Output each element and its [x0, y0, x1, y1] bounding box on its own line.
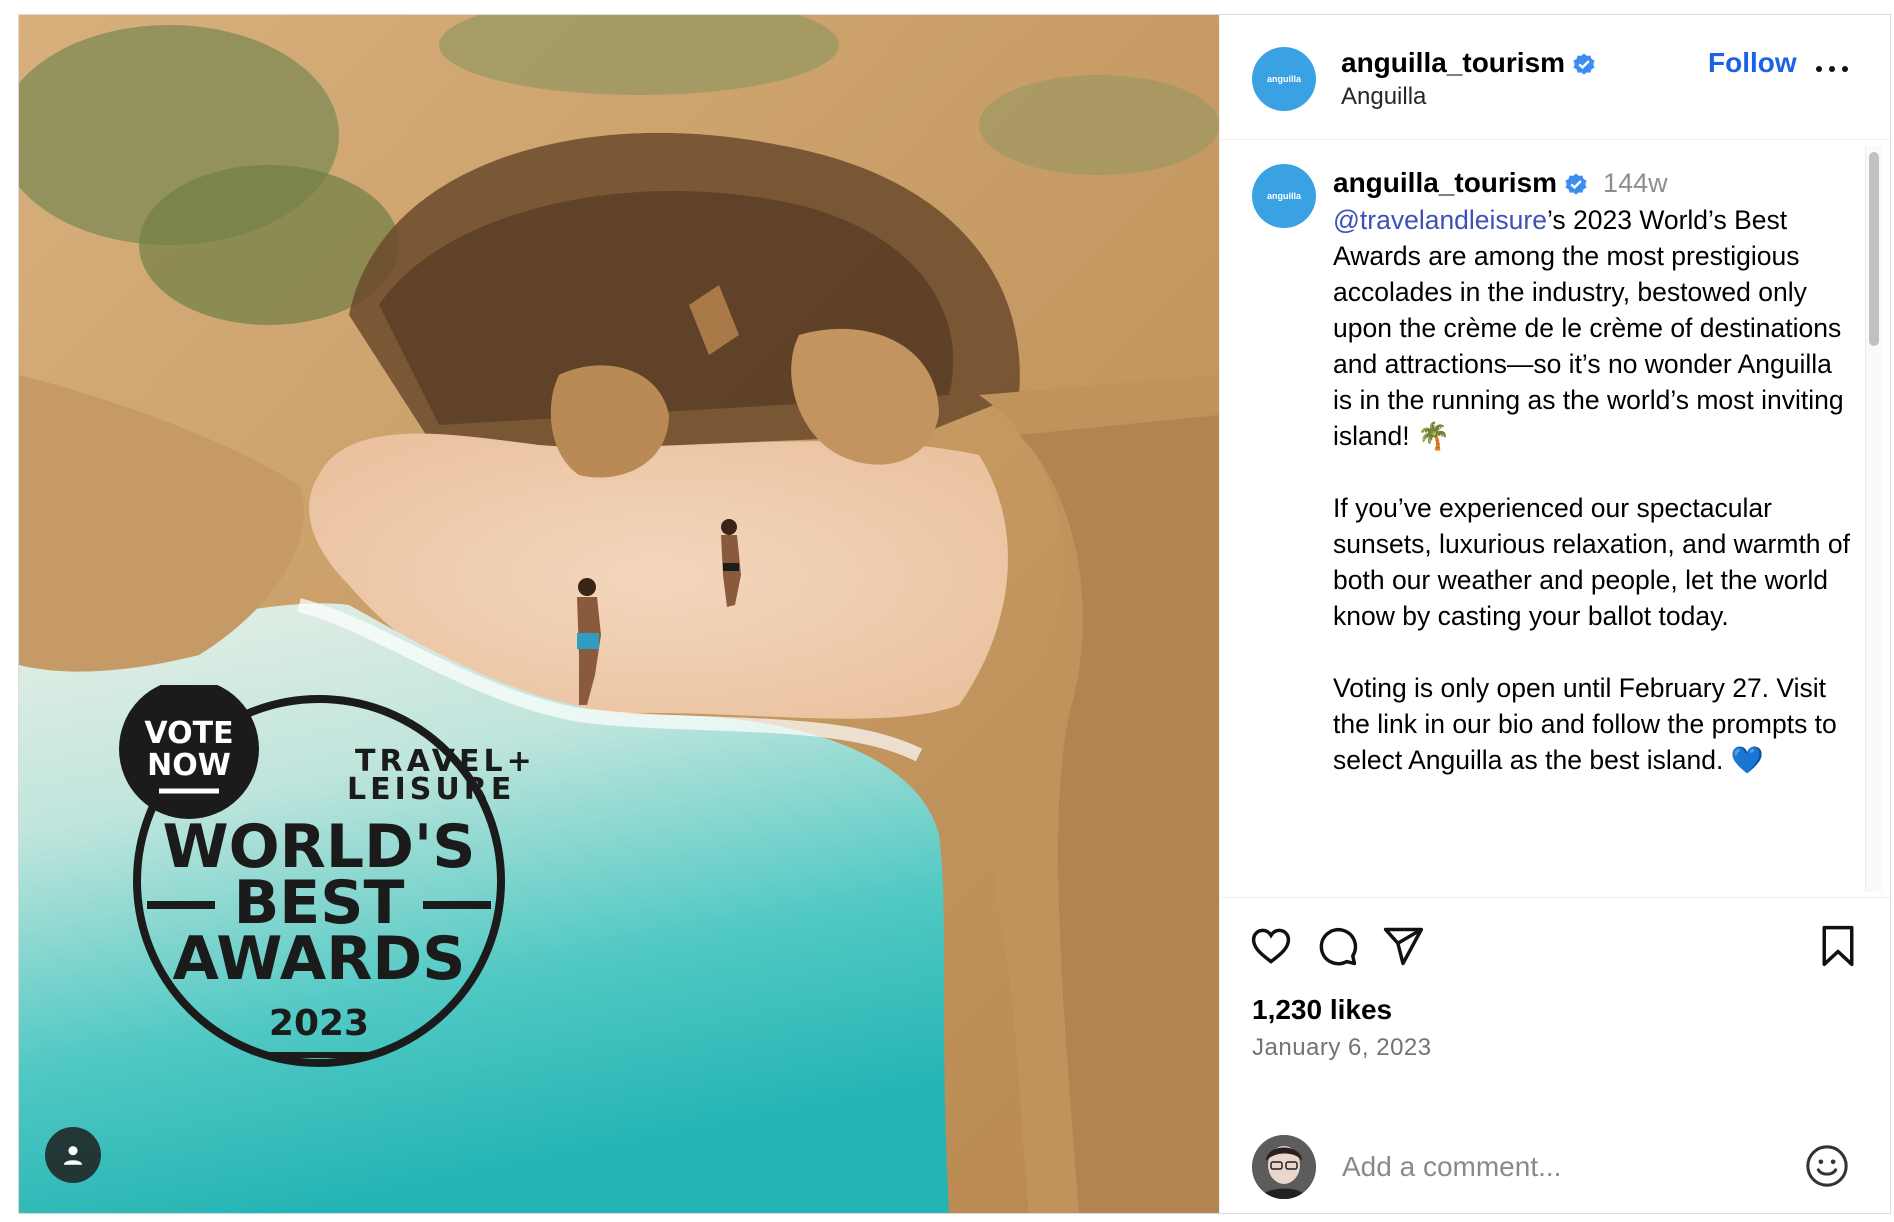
comment-icon[interactable]	[1314, 924, 1360, 968]
caption-body: ’s 2023 World’s Best Awards are among th…	[1333, 205, 1851, 775]
post-image[interactable]: TRAVEL+ LEISURE WORLD'S BEST AWARDS 2023…	[19, 15, 1219, 1213]
avatar-text: anguilla	[1266, 191, 1301, 201]
comments-scrollbar[interactable]	[1865, 146, 1882, 892]
caption-text: @travelandleisure’s 2023 World’s Best Aw…	[1333, 202, 1853, 778]
post-actions: 1,230 likes January 6, 2023	[1220, 898, 1890, 1061]
vote-now-line2: NOW	[147, 748, 231, 783]
badge-brand-line2: LEISURE	[347, 772, 515, 807]
badge-year: 2023	[269, 1003, 369, 1044]
share-icon[interactable]	[1380, 924, 1426, 968]
account-avatar[interactable]: anguilla	[1252, 47, 1316, 111]
heart-icon[interactable]	[1248, 924, 1294, 968]
caption-header: anguilla_tourism 144w	[1333, 167, 1668, 199]
comments-section[interactable]: anguilla anguilla_tourism 144w @traveland…	[1220, 140, 1890, 898]
post-header: anguilla anguilla_tourism Anguilla Follo…	[1220, 15, 1890, 140]
user-avatar	[1252, 1135, 1316, 1199]
add-comment-bar	[1220, 1125, 1890, 1213]
user-tag-button[interactable]	[45, 1127, 101, 1183]
award-badge: TRAVEL+ LEISURE WORLD'S BEST AWARDS 2023…	[119, 685, 532, 1067]
verified-icon	[1565, 173, 1587, 195]
post-time[interactable]: 144w	[1603, 168, 1668, 198]
badge-award-line3: AWARDS	[173, 924, 466, 994]
bookmark-icon[interactable]	[1818, 924, 1858, 968]
caption-username[interactable]: anguilla_tourism	[1333, 167, 1557, 198]
comment-input[interactable]	[1340, 1143, 1764, 1191]
mention-link[interactable]: @travelandleisure	[1333, 205, 1547, 235]
instagram-post: TRAVEL+ LEISURE WORLD'S BEST AWARDS 2023…	[18, 14, 1891, 1214]
scrollbar-thumb[interactable]	[1869, 152, 1879, 346]
follow-button[interactable]: Follow	[1708, 47, 1797, 79]
username-text: anguilla_tourism	[1341, 47, 1566, 78]
emoji-icon[interactable]	[1804, 1143, 1850, 1189]
user-photo	[1252, 1135, 1316, 1199]
verified-icon	[1573, 53, 1595, 75]
account-username[interactable]: anguilla_tourism	[1341, 47, 1597, 79]
post-side-panel: anguilla anguilla_tourism Anguilla Follo…	[1219, 15, 1890, 1213]
more-options-icon[interactable]	[1816, 63, 1848, 75]
user-tag-icon	[63, 1146, 83, 1165]
caption-avatar[interactable]: anguilla	[1252, 164, 1316, 228]
post-date[interactable]: January 6, 2023	[1252, 1034, 1432, 1062]
likes-count[interactable]: 1,230 likes	[1252, 994, 1392, 1026]
post-location[interactable]: Anguilla	[1341, 83, 1426, 111]
vote-now-line1: VOTE	[144, 716, 233, 751]
avatar-text: anguilla	[1266, 74, 1301, 84]
